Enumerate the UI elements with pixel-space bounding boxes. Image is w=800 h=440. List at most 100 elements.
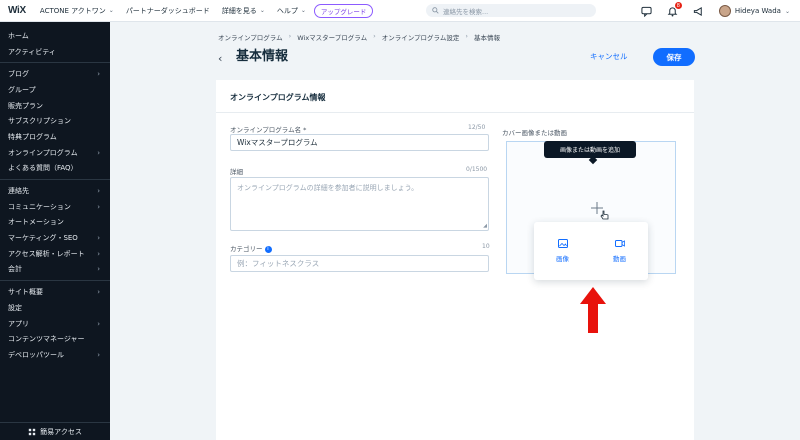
chevron-right-icon: › bbox=[97, 350, 100, 359]
save-button[interactable]: 保存 bbox=[653, 48, 695, 66]
sidebar-item-dev-tools[interactable]: デベロッパツール › bbox=[0, 347, 110, 363]
chevron-right-icon: › bbox=[97, 288, 100, 297]
program-name-input[interactable]: Wixマスタープログラム bbox=[230, 134, 489, 151]
sidebar-divider bbox=[0, 280, 110, 282]
back-arrow-icon[interactable]: ‹ bbox=[218, 52, 222, 65]
chevron-right-icon: › bbox=[97, 148, 100, 157]
user-name[interactable]: Hideya Wada bbox=[735, 7, 781, 15]
sidebar-item-settings[interactable]: 設定 bbox=[0, 300, 110, 316]
program-name-value: Wixマスタープログラム bbox=[237, 138, 318, 147]
cover-media-label: カバー画像または動画 bbox=[502, 129, 567, 137]
sidebar-item-label: ブログ bbox=[8, 70, 29, 79]
sidebar-item-label: コミュニケーション bbox=[8, 202, 71, 211]
details-counter: 0/1500 bbox=[466, 166, 488, 173]
partner-dashboard-label: パートナーダッシュボード bbox=[125, 6, 210, 15]
upgrade-button[interactable]: アップグレード bbox=[313, 3, 374, 18]
breadcrumb-item[interactable]: Wixマスタープログラム bbox=[297, 32, 367, 42]
sidebar-item-label: 設定 bbox=[8, 303, 22, 312]
add-image-button[interactable]: 画像 bbox=[556, 239, 569, 263]
info-icon[interactable]: i bbox=[264, 245, 272, 253]
sidebar-item-label: グループ bbox=[8, 85, 36, 94]
sidebar-item-automations[interactable]: オートメーション bbox=[0, 215, 110, 231]
sidebar-item-contacts[interactable]: 連絡先 › bbox=[0, 183, 110, 199]
help-menu[interactable]: ヘルプ ⌄ bbox=[277, 6, 306, 16]
category-placeholder: 例：フィットネスクラス bbox=[237, 259, 320, 268]
sidebar-item-label: マーケティング・SEO bbox=[8, 234, 78, 243]
partner-dashboard-link[interactable]: パートナーダッシュボード bbox=[126, 6, 210, 16]
hand-cursor-icon bbox=[600, 210, 609, 220]
chevron-right-icon: › bbox=[97, 249, 100, 258]
section-divider bbox=[216, 112, 694, 113]
category-counter: 10 bbox=[482, 243, 490, 250]
sidebar-item-accounting[interactable]: 会計 › bbox=[0, 262, 110, 278]
image-icon bbox=[557, 239, 568, 248]
sidebar-item-label: ホーム bbox=[8, 31, 29, 40]
sidebar-item-label: アクティビティ bbox=[8, 47, 56, 56]
sidebar-item-subscriptions[interactable]: サブスクリプション bbox=[0, 113, 110, 129]
details-label: 詳細を見る bbox=[221, 6, 257, 15]
add-video-button[interactable]: 動画 bbox=[613, 239, 626, 263]
cancel-button[interactable]: キャンセル bbox=[590, 51, 628, 62]
chevron-down-icon[interactable]: ⌄ bbox=[785, 8, 790, 15]
chevron-right-icon: › bbox=[465, 32, 468, 40]
quick-access-button[interactable]: 簡易アクセス bbox=[0, 422, 110, 440]
sidebar: ホーム アクティビティ ブログ › グループ 販売プラン サブスクリプション 特典… bbox=[0, 22, 110, 440]
sidebar-item-label: デベロッパツール bbox=[8, 350, 64, 359]
sidebar-item-label: オートメーション bbox=[8, 218, 64, 227]
sidebar-item-home[interactable]: ホーム bbox=[0, 28, 110, 44]
category-label-text: カテゴリー bbox=[230, 245, 263, 253]
sidebar-item-label: 連絡先 bbox=[8, 187, 29, 196]
sidebar-item-label: 特典プログラム bbox=[8, 132, 57, 141]
chevron-right-icon: › bbox=[288, 32, 292, 40]
page-title: 基本情報 bbox=[236, 49, 289, 64]
chevron-right-icon: › bbox=[97, 70, 100, 79]
sidebar-item-apps[interactable]: アプリ › bbox=[0, 316, 110, 332]
chevron-down-icon: ⌄ bbox=[108, 7, 114, 14]
avatar[interactable] bbox=[718, 5, 731, 17]
sidebar-item-pricing-plans[interactable]: 販売プラン bbox=[0, 98, 110, 114]
sidebar-item-groups[interactable]: グループ bbox=[0, 82, 110, 98]
sidebar-item-label: アプリ bbox=[8, 319, 29, 328]
announcements-icon[interactable] bbox=[693, 5, 705, 17]
sidebar-item-site-overview[interactable]: サイト概要 › bbox=[0, 284, 110, 300]
chevron-right-icon: › bbox=[97, 234, 100, 243]
media-type-popup: 画像 動画 bbox=[534, 222, 648, 280]
add-image-label: 画像 bbox=[556, 255, 569, 263]
sidebar-item-loyalty[interactable]: 特典プログラム bbox=[0, 129, 110, 145]
chevron-down-icon: ⌄ bbox=[300, 7, 306, 14]
sidebar-item-label: アクセス解析・レポート bbox=[8, 249, 85, 258]
chevron-right-icon: › bbox=[97, 265, 100, 274]
site-name: ACTONE アクトワン bbox=[39, 6, 106, 15]
sidebar-item-label: よくある質問（FAQ） bbox=[8, 164, 78, 173]
chat-icon[interactable] bbox=[641, 5, 653, 17]
details-textarea[interactable]: オンラインプログラムの詳細を参加者に説明しましょう。 ◢ bbox=[230, 177, 489, 231]
top-bar: WiX ACTONE アクトワン ⌄ パートナーダッシュボード 詳細を見る ⌄ … bbox=[0, 0, 800, 22]
sidebar-item-content-manager[interactable]: コンテンツマネージャー bbox=[0, 331, 110, 347]
sidebar-item-activity[interactable]: アクティビティ bbox=[0, 44, 110, 60]
sidebar-item-communication[interactable]: コミュニケーション › bbox=[0, 199, 110, 215]
search-input[interactable]: 連絡先を検索... bbox=[426, 4, 596, 17]
search-icon bbox=[432, 7, 439, 14]
site-selector[interactable]: ACTONE アクトワン ⌄ bbox=[40, 6, 114, 16]
breadcrumb-item[interactable]: オンラインプログラム設定 bbox=[382, 32, 460, 42]
category-input[interactable]: 例：フィットネスクラス bbox=[230, 255, 489, 272]
notifications-icon[interactable]: 8 bbox=[667, 2, 682, 17]
resize-handle-icon[interactable]: ◢ bbox=[483, 223, 487, 229]
sidebar-item-label: サイト概要 bbox=[8, 288, 43, 297]
sidebar-item-blog[interactable]: ブログ › bbox=[0, 66, 110, 82]
sidebar-item-online-programs[interactable]: オンラインプログラム › bbox=[0, 145, 110, 161]
chevron-right-icon: › bbox=[373, 32, 376, 40]
sidebar-item-marketing[interactable]: マーケティング・SEO › bbox=[0, 230, 110, 246]
details-menu[interactable]: 詳細を見る ⌄ bbox=[222, 6, 265, 16]
breadcrumb-item[interactable]: オンラインプログラム bbox=[218, 32, 283, 42]
wix-logo[interactable]: WiX bbox=[8, 5, 26, 16]
sidebar-item-label: 販売プラン bbox=[8, 101, 43, 110]
chevron-right-icon: › bbox=[97, 202, 100, 211]
sidebar-item-faq[interactable]: よくある質問（FAQ） bbox=[0, 161, 110, 177]
quick-access-icon bbox=[28, 428, 36, 435]
red-arrow-annotation bbox=[580, 287, 606, 333]
chevron-down-icon: ⌄ bbox=[259, 7, 265, 14]
search-placeholder: 連絡先を検索... bbox=[443, 7, 489, 16]
sidebar-item-analytics[interactable]: アクセス解析・レポート › bbox=[0, 246, 110, 262]
chevron-right-icon: › bbox=[97, 319, 100, 328]
